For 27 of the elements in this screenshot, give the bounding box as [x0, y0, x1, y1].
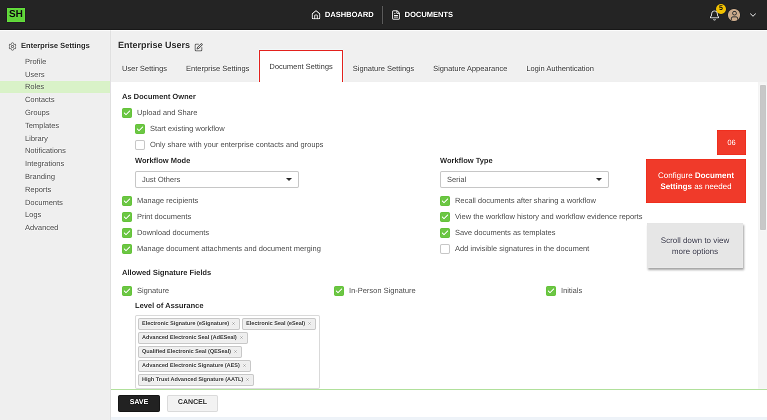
edit-icon[interactable]	[194, 43, 204, 52]
checkbox[interactable]	[546, 286, 556, 296]
checkbox[interactable]	[440, 244, 450, 254]
checkbox[interactable]	[440, 228, 450, 238]
checkbox[interactable]	[122, 108, 132, 118]
guide-callout: Configure Document Settings as needed	[646, 159, 746, 203]
document-icon	[390, 10, 401, 20]
checkbox[interactable]	[122, 196, 132, 206]
checkbox[interactable]	[135, 140, 145, 150]
checkbox[interactable]	[440, 196, 450, 206]
caret-icon	[596, 178, 602, 182]
checkbox[interactable]	[122, 244, 132, 254]
page-title: Enterprise Users	[118, 38, 190, 52]
checkbox[interactable]	[334, 286, 344, 296]
scrollbar[interactable]	[758, 82, 767, 389]
checkbox[interactable]	[135, 124, 145, 134]
avatar-icon[interactable]	[728, 9, 740, 21]
checkbox[interactable]	[122, 212, 132, 222]
scroll-hint: Scroll down to view more options	[647, 223, 743, 268]
gear-icon	[8, 42, 17, 50]
logo[interactable]: SH	[7, 8, 25, 22]
caret-icon	[286, 178, 292, 182]
checkbox[interactable]	[440, 212, 450, 222]
checkbox[interactable]	[122, 286, 132, 296]
checkbox[interactable]	[122, 228, 132, 238]
bell-icon[interactable]	[709, 10, 720, 20]
home-icon	[310, 10, 321, 20]
